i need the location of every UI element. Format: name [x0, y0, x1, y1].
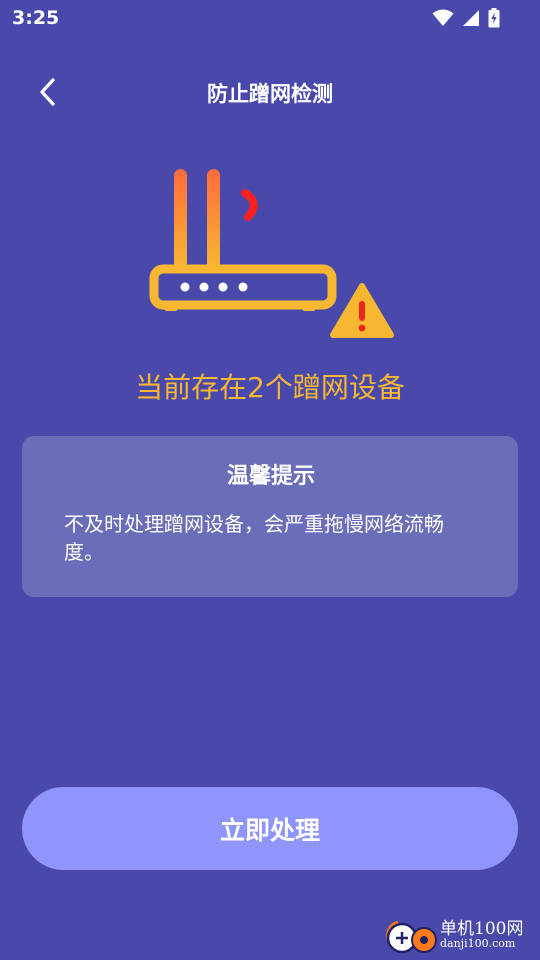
warning-icon — [330, 283, 394, 338]
status-icons — [432, 8, 500, 28]
handle-now-button[interactable]: 立即处理 — [22, 787, 518, 870]
wifi-icon — [432, 9, 454, 26]
status-bar: 3:25 — [0, 0, 540, 36]
status-time: 3:25 — [12, 7, 60, 29]
router-icon — [149, 169, 394, 338]
header: 防止蹭网检测 — [0, 64, 540, 120]
danji100-logo-icon — [386, 920, 437, 954]
watermark-url: danji100.com — [440, 937, 516, 950]
watermark: 单机100网 danji100.com — [384, 914, 536, 958]
battery-charging-icon — [488, 8, 500, 28]
device-count-text: 当前存在2个蹭网设备 — [135, 371, 405, 404]
tips-text: 不及时处理蹭网设备，会严重拖慢网络流畅度。 — [64, 512, 444, 564]
tips-card: 温馨提示 不及时处理蹭网设备，会严重拖慢网络流畅度。 — [22, 436, 518, 597]
signal-icon — [463, 10, 479, 26]
tips-title: 温馨提示 — [226, 464, 315, 489]
router-warning-illustration — [140, 160, 400, 340]
watermark-name: 单机100网 — [440, 919, 524, 939]
page-title: 防止蹭网检测 — [207, 82, 333, 106]
